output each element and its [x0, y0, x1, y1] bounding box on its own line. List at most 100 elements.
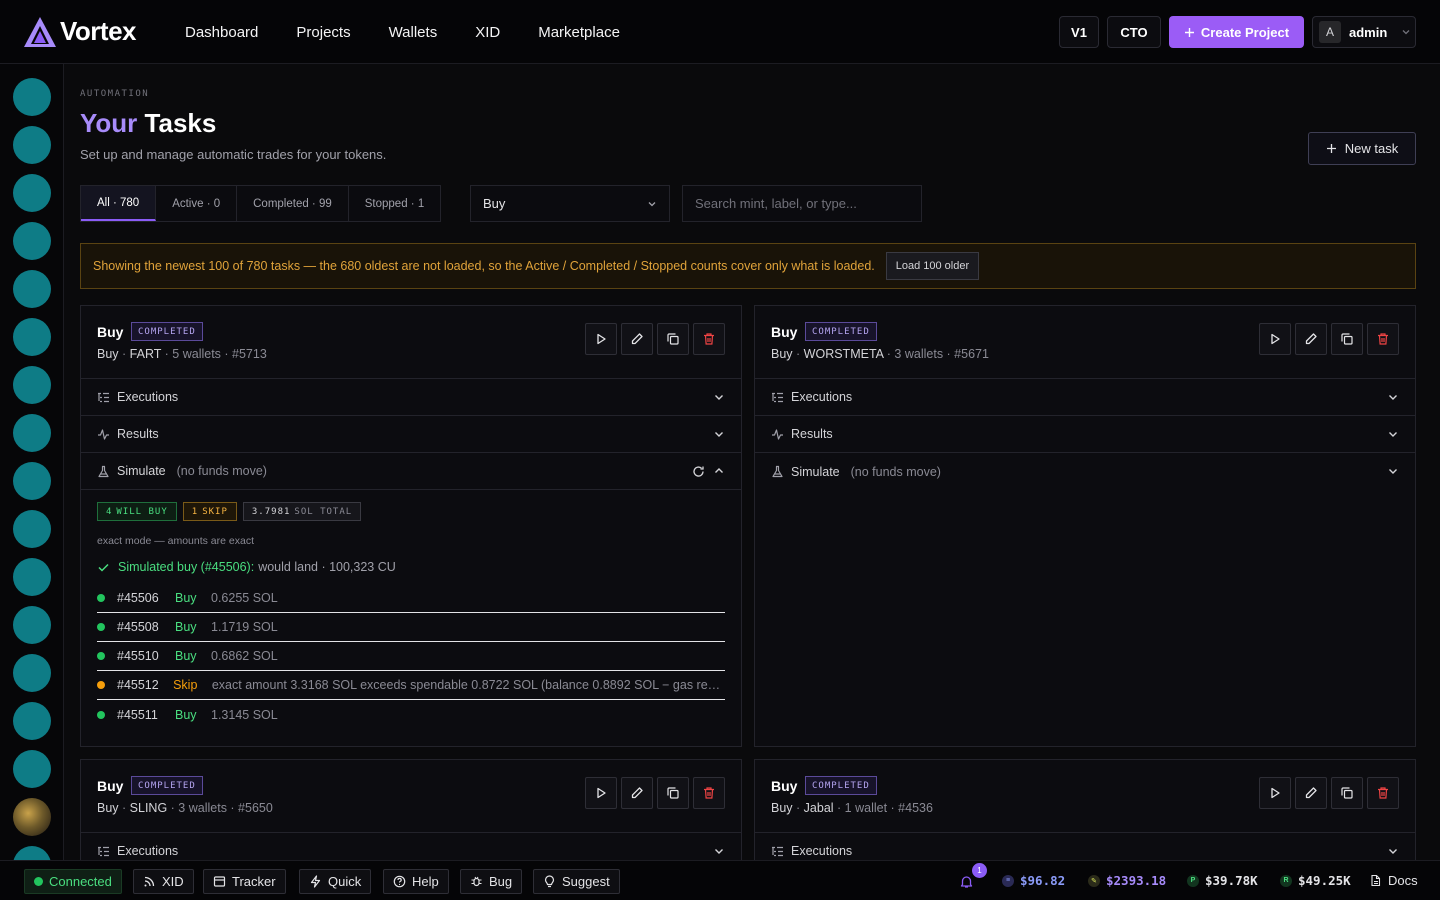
- document-icon: [1371, 874, 1381, 887]
- project-avatar[interactable]: [13, 126, 51, 164]
- task-type-select[interactable]: Buy: [470, 185, 670, 222]
- duplicate-button[interactable]: [1331, 777, 1363, 809]
- executions-section[interactable]: Executions: [755, 833, 1415, 860]
- chevron-down-icon: [1389, 395, 1397, 400]
- will-buy-count: 4: [106, 506, 113, 517]
- docs-link[interactable]: Docs: [1369, 873, 1418, 888]
- task-subtitle: Buy · WORSTMETA · 3 wallets · #5671: [771, 347, 989, 361]
- edit-button[interactable]: [621, 323, 653, 355]
- project-avatar[interactable]: [13, 654, 51, 692]
- status-badge: COMPLETED: [131, 776, 203, 795]
- project-avatar[interactable]: [13, 558, 51, 596]
- quick-button[interactable]: Quick: [299, 869, 372, 894]
- tab-active[interactable]: Active · 0: [156, 186, 238, 221]
- project-avatar-image[interactable]: [13, 798, 51, 836]
- duplicate-button[interactable]: [657, 323, 689, 355]
- status-badge: COMPLETED: [131, 322, 203, 341]
- project-avatar[interactable]: [13, 318, 51, 356]
- results-label: Results: [791, 427, 833, 441]
- task-meta: · 3 wallets · #5671: [886, 347, 989, 361]
- tab-completed[interactable]: Completed · 99: [237, 186, 349, 221]
- simulation-result-detail: would land · 100,323 CU: [258, 560, 396, 574]
- run-button[interactable]: [585, 777, 617, 809]
- executions-section[interactable]: Executions: [81, 379, 741, 416]
- nav-dashboard[interactable]: Dashboard: [185, 24, 258, 41]
- delete-button[interactable]: [1367, 323, 1399, 355]
- notice-text: Showing the newest 100 of 780 tasks — th…: [93, 259, 875, 273]
- play-icon: [1271, 787, 1280, 799]
- row-detail: exact amount 3.3168 SOL exceeds spendabl…: [211, 678, 725, 692]
- activity-icon: [772, 428, 783, 440]
- project-avatar[interactable]: [13, 702, 51, 740]
- task-token: Jabal: [803, 801, 834, 815]
- main-content: AUTOMATION Your Tasks Set up and manage …: [64, 64, 1440, 860]
- executions-section[interactable]: Executions: [81, 833, 741, 860]
- project-avatar[interactable]: [13, 366, 51, 404]
- create-project-button[interactable]: Create Project: [1169, 16, 1304, 48]
- v1-button[interactable]: V1: [1059, 16, 1099, 48]
- new-task-button[interactable]: New task: [1308, 132, 1416, 165]
- duplicate-button[interactable]: [1331, 323, 1363, 355]
- suggest-button[interactable]: Suggest: [533, 869, 620, 894]
- edit-button[interactable]: [1295, 777, 1327, 809]
- simulate-section[interactable]: Simulate (no funds move): [81, 453, 741, 490]
- simulate-note: (no funds move): [176, 464, 267, 478]
- simulate-section[interactable]: Simulate (no funds move): [755, 453, 1415, 490]
- run-button[interactable]: [1259, 323, 1291, 355]
- edit-button[interactable]: [621, 777, 653, 809]
- wallet-id: #45511: [117, 707, 158, 722]
- r-token-icon: R: [1280, 874, 1292, 887]
- project-avatar[interactable]: [13, 510, 51, 548]
- project-avatar[interactable]: [13, 846, 51, 860]
- project-avatar[interactable]: [13, 174, 51, 212]
- task-type-value: Buy: [483, 196, 506, 211]
- connection-status[interactable]: Connected: [24, 869, 122, 894]
- tab-all[interactable]: All · 780: [81, 186, 157, 221]
- tab-stopped[interactable]: Stopped · 1: [349, 186, 440, 221]
- app-logo[interactable]: Vortex: [24, 16, 137, 47]
- load-older-button[interactable]: Load 100 older: [885, 252, 980, 280]
- tracker-button[interactable]: Tracker: [203, 869, 286, 894]
- simulation-result: Simulated buy (#45506): would land · 100…: [97, 560, 725, 574]
- status-dot: [97, 623, 105, 631]
- task-actions: [1259, 777, 1399, 809]
- bug-button[interactable]: Bug: [460, 869, 523, 894]
- cto-button[interactable]: CTO: [1107, 16, 1161, 48]
- nav-marketplace[interactable]: Marketplace: [538, 24, 620, 41]
- wallet-id: #45512: [117, 678, 159, 692]
- solana-icon: ≡: [1002, 874, 1014, 887]
- run-button[interactable]: [1259, 777, 1291, 809]
- results-section[interactable]: Results: [755, 416, 1415, 453]
- project-avatar[interactable]: [13, 414, 51, 452]
- refresh-icon[interactable]: [692, 465, 705, 478]
- edit-button[interactable]: [1295, 323, 1327, 355]
- status-bar: Connected XID Tracker Quick Help Bug Sug…: [0, 860, 1440, 900]
- nav-xid[interactable]: XID: [475, 24, 500, 41]
- help-button[interactable]: Help: [383, 869, 449, 894]
- connection-label: Connected: [49, 874, 112, 889]
- project-avatar[interactable]: [13, 78, 51, 116]
- main-nav: Dashboard Projects Wallets XID Marketpla…: [185, 0, 620, 64]
- executions-label: Executions: [791, 390, 853, 404]
- duplicate-button[interactable]: [657, 777, 689, 809]
- results-section[interactable]: Results: [81, 416, 741, 453]
- xid-feed-button[interactable]: XID: [133, 869, 194, 894]
- search-input[interactable]: [682, 185, 922, 222]
- nav-wallets[interactable]: Wallets: [389, 24, 438, 41]
- delete-button[interactable]: [1367, 777, 1399, 809]
- bell-icon[interactable]: [959, 874, 974, 889]
- tracker-label: Tracker: [232, 874, 276, 889]
- project-avatar[interactable]: [13, 606, 51, 644]
- project-avatar[interactable]: [13, 462, 51, 500]
- flask-icon: [98, 465, 109, 477]
- executions-section[interactable]: Executions: [755, 379, 1415, 416]
- user-menu[interactable]: A admin: [1312, 16, 1416, 48]
- project-avatar[interactable]: [13, 222, 51, 260]
- delete-button[interactable]: [693, 777, 725, 809]
- nav-projects[interactable]: Projects: [296, 24, 350, 41]
- delete-button[interactable]: [693, 323, 725, 355]
- run-button[interactable]: [585, 323, 617, 355]
- project-avatar[interactable]: [13, 750, 51, 788]
- project-avatar[interactable]: [13, 270, 51, 308]
- simulation-row: #45506 Buy 0.6255 SOL: [97, 584, 725, 613]
